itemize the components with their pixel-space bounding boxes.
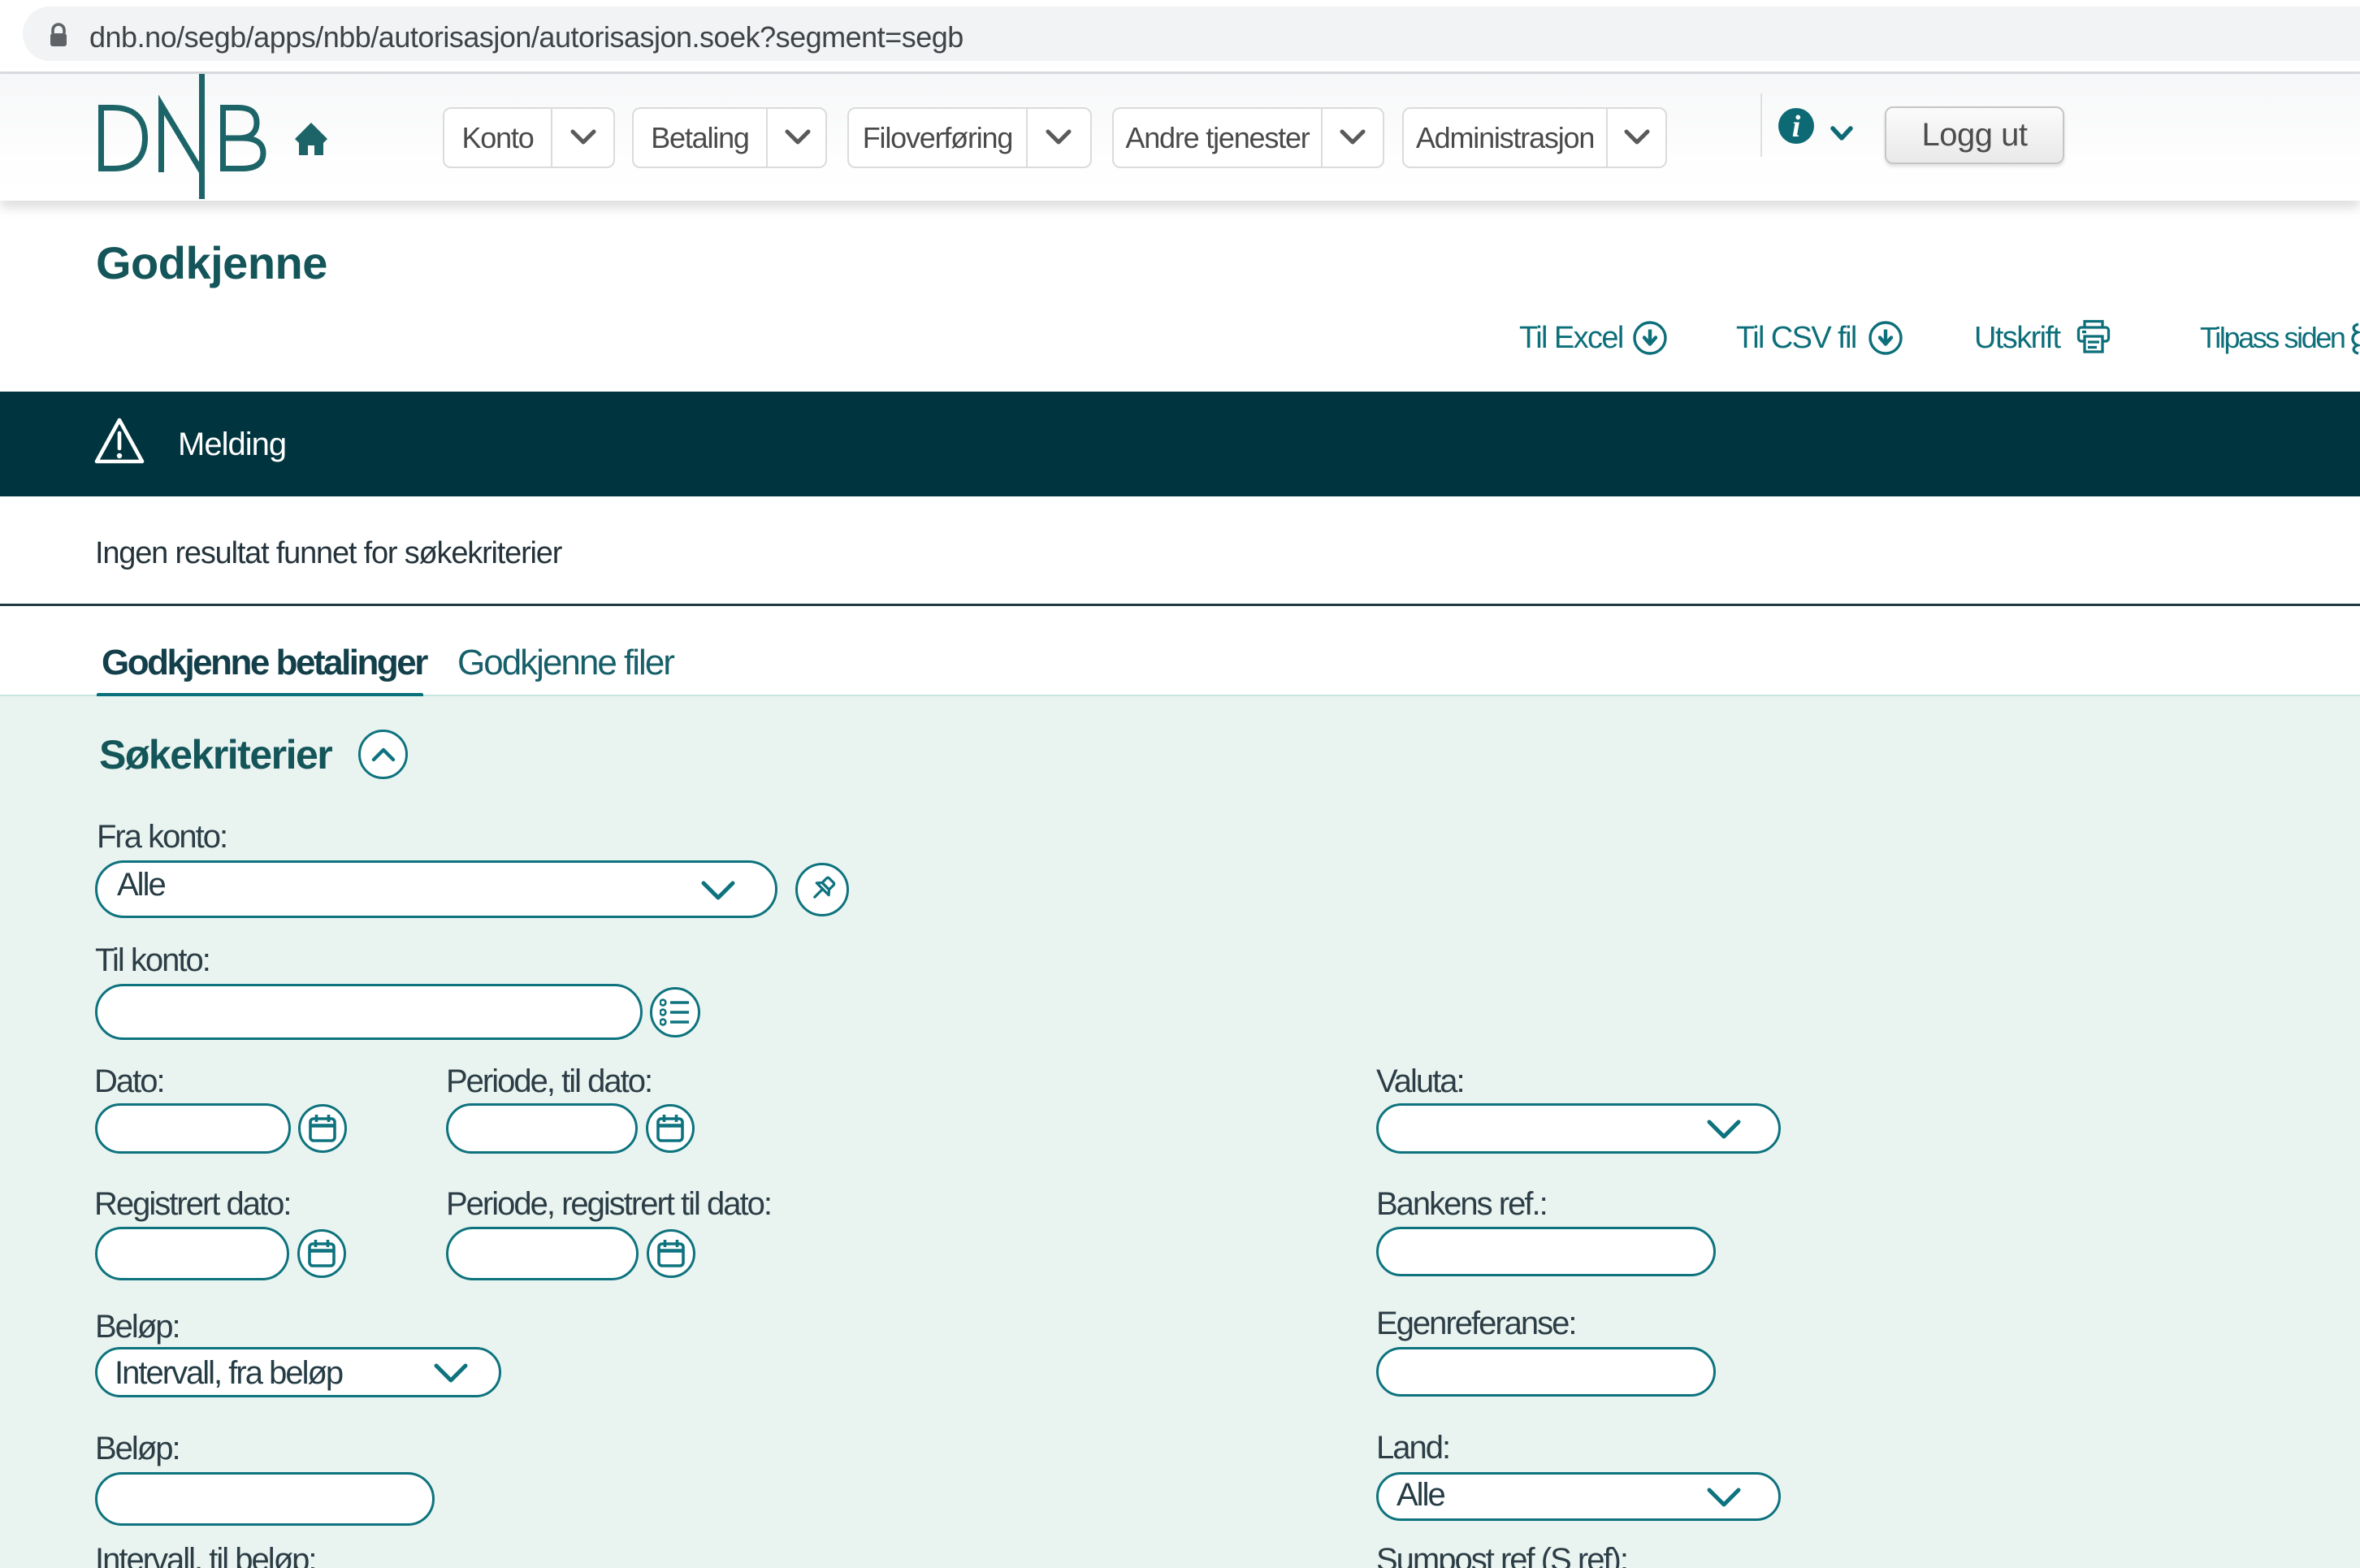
svg-text:i: i bbox=[1792, 110, 1801, 144]
